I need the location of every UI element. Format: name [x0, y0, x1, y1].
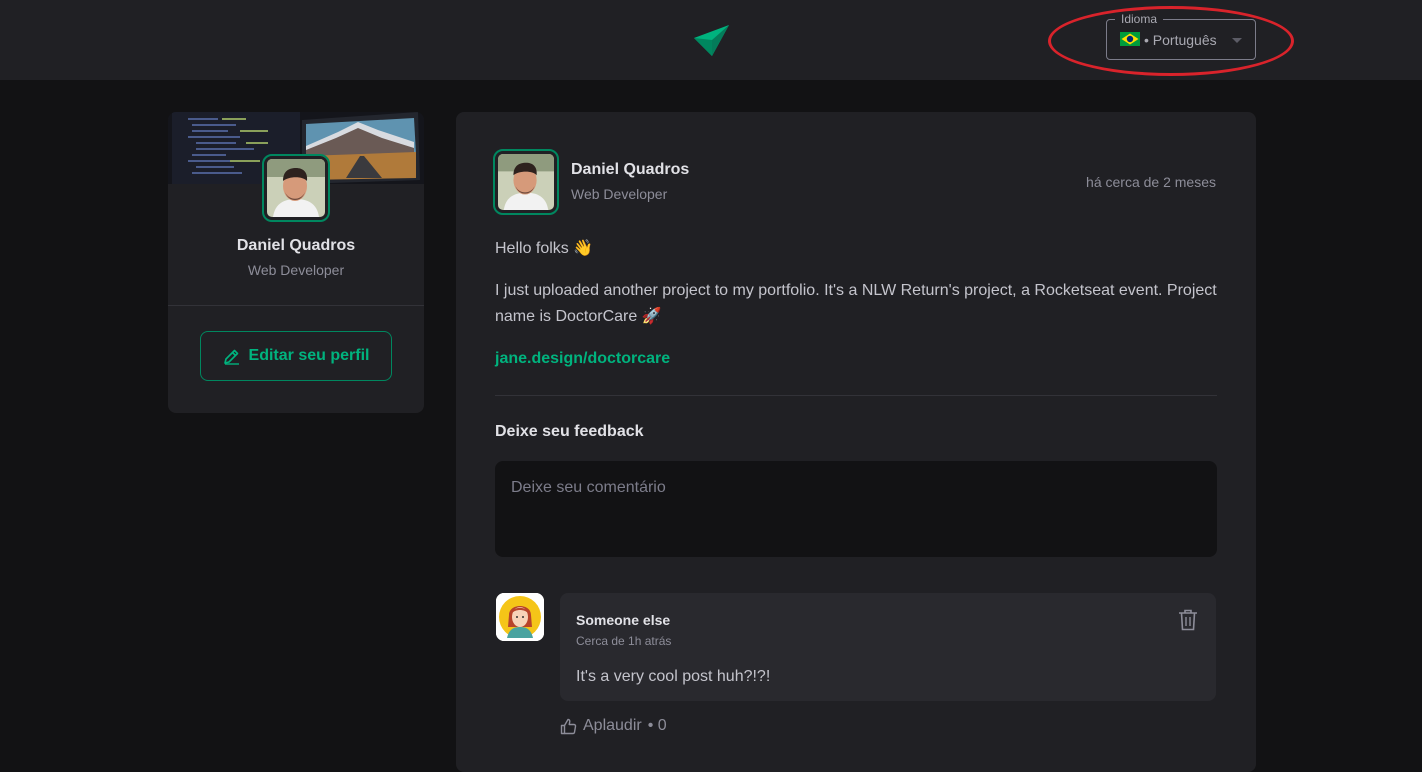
edit-profile-button[interactable]: Editar seu perfil	[200, 331, 392, 381]
annotation-circle	[1048, 6, 1294, 76]
sidebar-avatar	[262, 154, 330, 222]
post-author-role: Web Developer	[571, 186, 668, 202]
post-author-name: Daniel Quadros	[571, 161, 690, 178]
top-header: Idioma • Português	[0, 0, 1422, 80]
applaud-label: Aplaudir	[583, 717, 642, 734]
comment-author-avatar[interactable]	[496, 593, 544, 641]
post-card: Daniel Quadros Web Developer há cerca de…	[456, 112, 1256, 772]
applaud-count: • 0	[647, 717, 667, 734]
sidebar-name: Daniel Quadros	[236, 237, 356, 254]
pencil-icon	[223, 349, 239, 365]
thumbs-up-icon	[560, 718, 577, 734]
comment-author-name: Someone else	[576, 612, 671, 628]
sidebar-role: Web Developer	[247, 262, 345, 278]
post-author-avatar[interactable]	[493, 149, 559, 215]
trash-icon[interactable]	[1178, 609, 1198, 631]
profile-sidebar: Daniel Quadros Web Developer Editar seu …	[168, 112, 424, 413]
post-link[interactable]: jane.design/doctorcare	[495, 350, 670, 367]
comment-input[interactable]	[495, 461, 1217, 557]
post-paragraph: I just uploaded another project to my po…	[495, 282, 1217, 325]
applaud-button[interactable]: Aplaudir • 0	[560, 717, 667, 735]
ignite-logo-icon[interactable]	[692, 22, 730, 58]
post-divider	[495, 395, 1217, 396]
sidebar-divider	[168, 305, 424, 306]
feedback-title: Deixe seu feedback	[495, 423, 644, 440]
edit-profile-label: Editar seu perfil	[248, 347, 370, 364]
comment-text: It's a very cool post huh?!?!	[576, 668, 771, 685]
post-timestamp: há cerca de 2 meses	[1086, 174, 1216, 190]
post-content: Hello folks 👋 I just uploaded another pr…	[495, 236, 1217, 388]
post-paragraph: Hello folks 👋	[495, 240, 594, 257]
comment-card: Someone else Cerca de 1h atrás It's a ve…	[560, 593, 1216, 701]
comment-timestamp: Cerca de 1h atrás	[576, 634, 672, 648]
